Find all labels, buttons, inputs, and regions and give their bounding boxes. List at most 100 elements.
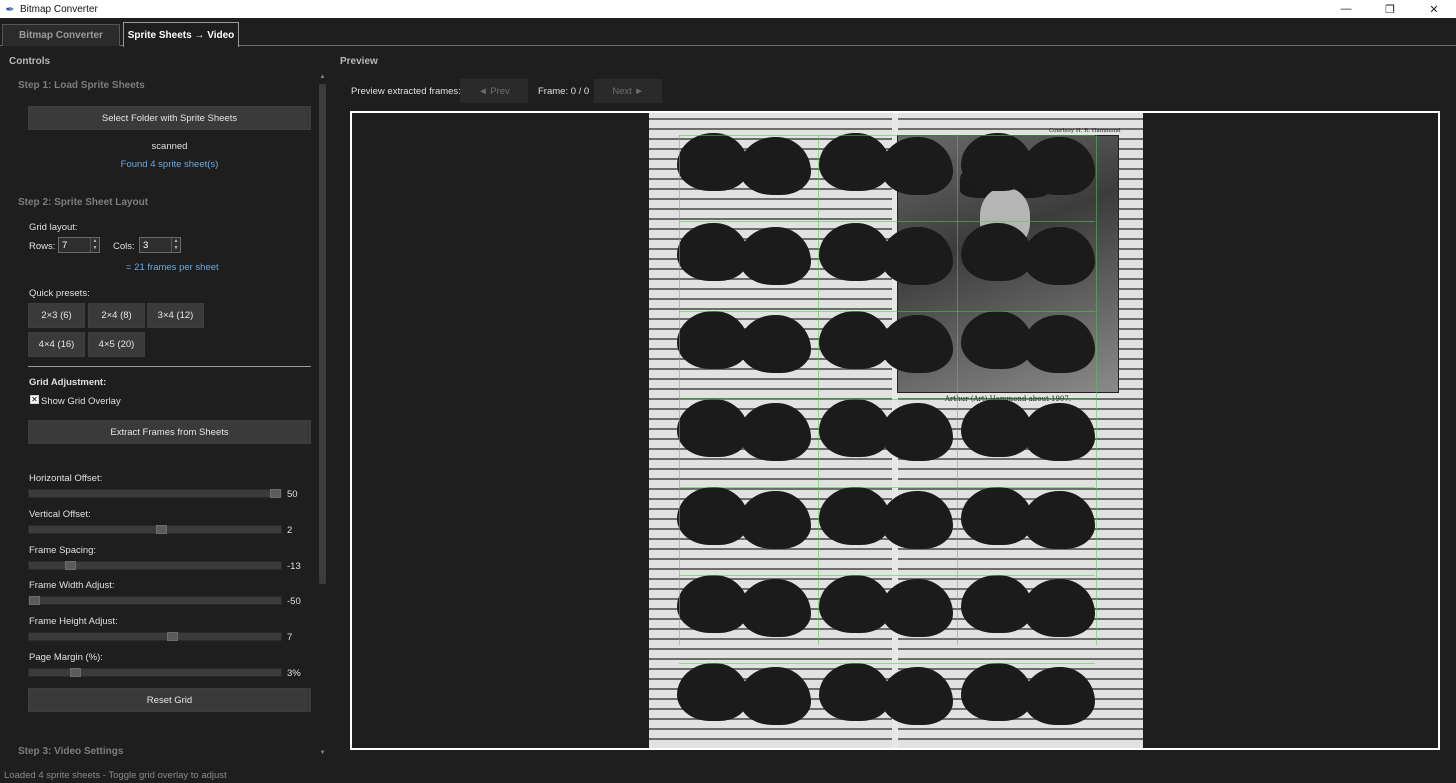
preset-4x4-button[interactable]: 4×4 (16) [28, 332, 85, 357]
section-divider [28, 366, 311, 367]
frame-width-adjust-label: Frame Width Adjust: [29, 580, 115, 591]
next-button[interactable]: Next ► [594, 79, 662, 103]
sprite-blob [677, 575, 749, 633]
found-sheets-label: Found 4 sprite sheet(s) [120, 159, 219, 170]
horizontal-offset-thumb[interactable] [270, 489, 281, 498]
sprite-blob [881, 227, 953, 285]
prev-button[interactable]: ◄ Prev [460, 79, 528, 103]
cols-label: Cols: [113, 241, 135, 252]
sprite-blob [1023, 227, 1095, 285]
preview-title: Preview [340, 56, 378, 67]
grid-line [1096, 135, 1097, 645]
frame-spacing-label: Frame Spacing: [29, 545, 97, 556]
sprite-blob [961, 223, 1033, 281]
show-grid-label[interactable]: Show Grid Overlay [41, 396, 121, 407]
frame-height-adjust-label: Frame Height Adjust: [29, 616, 118, 627]
tab-bar: Bitmap Converter Sprite Sheets → Video [0, 18, 1456, 47]
frame-height-adjust-slider[interactable] [28, 632, 282, 641]
horizontal-offset-slider[interactable] [28, 489, 282, 498]
close-button[interactable]: ✕ [1412, 0, 1456, 18]
grid-adjustment-label: Grid Adjustment: [29, 377, 107, 388]
sprite-blob [819, 311, 891, 369]
sprite-blob [677, 223, 749, 281]
sprite-blob [677, 399, 749, 457]
frame-width-adjust-thumb[interactable] [29, 596, 40, 605]
preset-3x4-button[interactable]: 3×4 (12) [147, 303, 204, 328]
preset-4x5-button[interactable]: 4×5 (20) [88, 332, 145, 357]
sprite-blob [1023, 315, 1095, 373]
tab-bitmap-converter[interactable]: Bitmap Converter [2, 24, 120, 46]
horizontal-offset-label: Horizontal Offset: [29, 473, 103, 484]
preview-extracted-label: Preview extracted frames: [351, 86, 461, 97]
select-folder-button[interactable]: Select Folder with Sprite Sheets [28, 106, 311, 130]
page-margin-slider[interactable] [28, 668, 282, 677]
grid-line [679, 135, 680, 645]
sprite-blob [819, 663, 891, 721]
frame-width-adjust-value: -50 [287, 596, 301, 607]
scanned-page-image: Courtesy H. R. Hammond Arthur (Art) Hamm… [649, 113, 1143, 748]
frame-height-adjust-thumb[interactable] [167, 632, 178, 641]
extract-frames-button[interactable]: Extract Frames from Sheets [28, 420, 311, 444]
tab-sprite-sheets-video[interactable]: Sprite Sheets → Video [123, 22, 239, 47]
sprite-blob [819, 399, 891, 457]
sprite-blob [739, 315, 811, 373]
horizontal-offset-value: 50 [287, 489, 298, 500]
sprite-blob [961, 575, 1033, 633]
sprite-blob [677, 133, 749, 191]
frames-per-sheet-label: = 21 frames per sheet [126, 262, 219, 273]
show-grid-checkbox[interactable]: ✕ [30, 395, 39, 404]
vertical-offset-thumb[interactable] [156, 525, 167, 534]
grid-line [679, 221, 1095, 222]
frame-width-adjust-slider[interactable] [28, 596, 282, 605]
page-margin-thumb[interactable] [70, 668, 81, 677]
rows-spinbox[interactable]: 7 ▲ ▼ [58, 237, 100, 253]
reset-grid-button[interactable]: Reset Grid [28, 688, 311, 712]
app-feather-icon: ✒ [5, 3, 15, 16]
sprite-blob [677, 487, 749, 545]
rows-spin-arrows-icon[interactable]: ▲ ▼ [90, 238, 99, 252]
sprite-blob [819, 575, 891, 633]
cols-spin-arrows-icon[interactable]: ▲ ▼ [171, 238, 180, 252]
maximize-button[interactable]: ❐ [1368, 0, 1412, 18]
grid-line [679, 487, 1095, 488]
scrollbar-thumb[interactable] [319, 84, 326, 584]
sprite-blob [961, 133, 1033, 191]
courtesy-text: Courtesy H. R. Hammond [1049, 128, 1121, 134]
sprite-blob [739, 579, 811, 637]
frame-counter: Frame: 0 / 0 [538, 86, 590, 97]
preset-2x4-button[interactable]: 2×4 (8) [88, 303, 145, 328]
sprite-blob [819, 223, 891, 281]
rows-label: Rows: [29, 241, 56, 252]
sprite-blob [739, 491, 811, 549]
grid-line [679, 399, 1095, 400]
sprite-blob [881, 579, 953, 637]
grid-line [957, 135, 958, 645]
vertical-offset-slider[interactable] [28, 525, 282, 534]
scroll-down-icon[interactable]: ▼ [318, 748, 327, 758]
cols-value: 3 [143, 239, 149, 251]
frame-spacing-slider[interactable] [28, 561, 282, 570]
grid-layout-label: Grid layout: [29, 222, 78, 233]
preview-canvas[interactable]: Courtesy H. R. Hammond Arthur (Art) Hamm… [350, 111, 1440, 750]
sprite-blob [1023, 137, 1095, 195]
quick-presets-label: Quick presets: [29, 288, 90, 299]
step1-label: Step 1: Load Sprite Sheets [18, 80, 145, 91]
sprite-blob [961, 311, 1033, 369]
sprite-blob [881, 137, 953, 195]
minimize-button[interactable]: — [1324, 0, 1368, 18]
sprite-blob [1023, 403, 1095, 461]
controls-scrollbar[interactable]: ▲ ▼ [318, 72, 327, 758]
frame-height-adjust-value: 7 [287, 632, 293, 643]
sprite-blob [961, 487, 1033, 545]
window-controls: — ❐ ✕ [1324, 0, 1456, 18]
grid-line [679, 663, 1095, 664]
sprite-blob [739, 137, 811, 195]
sprite-blob [739, 667, 811, 725]
preset-2x3-button[interactable]: 2×3 (6) [28, 303, 85, 328]
scroll-up-icon[interactable]: ▲ [318, 72, 327, 82]
grid-line [679, 311, 1095, 312]
frame-spacing-thumb[interactable] [65, 561, 76, 570]
grid-line [818, 135, 819, 645]
sprite-blob [819, 487, 891, 545]
cols-spinbox[interactable]: 3 ▲ ▼ [139, 237, 181, 253]
